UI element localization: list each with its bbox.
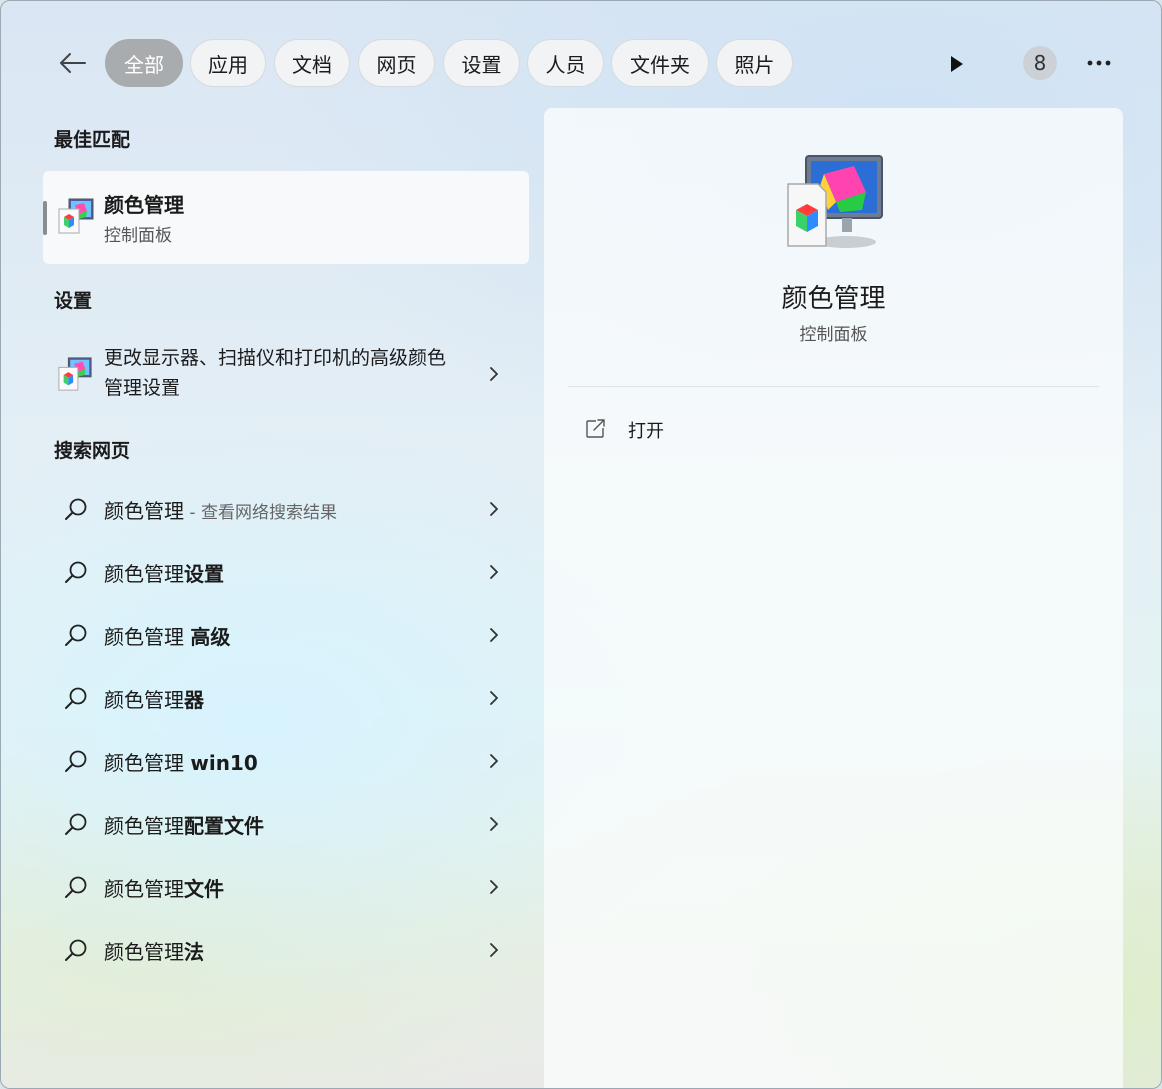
query-suffix: 文件	[184, 877, 224, 901]
web-search-item[interactable]: 颜色管理 win10	[43, 733, 529, 789]
play-icon[interactable]	[945, 53, 967, 75]
tab-web[interactable]: 网页	[358, 39, 435, 87]
query-suffix: 器	[184, 688, 204, 712]
web-search-label: 颜色管理文件	[104, 873, 224, 902]
query-base: 颜色管理	[104, 625, 191, 649]
settings-heading: 设置	[54, 290, 93, 312]
query-base: 颜色管理	[104, 499, 184, 523]
color-management-icon	[58, 357, 92, 391]
query-base: 颜色管理	[104, 751, 191, 775]
best-match-heading: 最佳匹配	[54, 129, 131, 151]
settings-item-advanced-color[interactable]: 更改显示器、扫描仪和打印机的高级颜色管理设置	[43, 336, 529, 412]
preview-title: 颜色管理	[781, 284, 886, 314]
web-search-item[interactable]: 颜色管理设置	[43, 544, 529, 600]
search-icon	[65, 876, 87, 898]
open-external-icon	[586, 419, 605, 438]
tab-apps[interactable]: 应用	[190, 39, 266, 87]
divider	[568, 386, 1099, 387]
open-label: 打开	[628, 421, 664, 442]
web-search-label: 颜色管理器	[104, 684, 204, 713]
web-search-label: 颜色管理 高级	[104, 621, 230, 650]
web-search-label: 颜色管理 - 查看网络搜索结果	[104, 495, 337, 524]
tab-settings[interactable]: 设置	[443, 39, 520, 87]
best-match-title: 颜色管理	[104, 193, 184, 217]
web-search-hint: - 查看网络搜索结果	[184, 503, 337, 523]
query-base: 颜色管理	[104, 877, 184, 901]
search-icon	[65, 561, 87, 583]
chevron-right-icon	[490, 565, 498, 579]
web-search-label: 颜色管理设置	[104, 558, 224, 587]
web-search-item[interactable]: 颜色管理 - 查看网络搜索结果	[43, 481, 529, 537]
tab-documents[interactable]: 文档	[274, 39, 350, 87]
web-search-item[interactable]: 颜色管理 高级	[43, 607, 529, 663]
chevron-right-icon	[490, 880, 498, 894]
query-base: 颜色管理	[104, 688, 184, 712]
chevron-right-icon	[490, 367, 498, 381]
search-icon	[65, 624, 87, 646]
web-search-item[interactable]: 颜色管理文件	[43, 859, 529, 915]
search-icon	[65, 498, 87, 520]
search-icon	[65, 750, 87, 772]
search-icon	[65, 813, 87, 835]
search-icon	[65, 687, 87, 709]
query-suffix: win10	[190, 751, 258, 775]
web-search-label: 颜色管理法	[104, 936, 204, 965]
chevron-right-icon	[490, 943, 498, 957]
chevron-right-icon	[490, 754, 498, 768]
more-options-icon[interactable]	[1085, 49, 1113, 77]
preview-panel: 颜色管理 控制面板 打开	[544, 108, 1123, 1088]
query-base: 颜色管理	[104, 814, 184, 838]
query-suffix: 法	[184, 940, 204, 964]
count-badge: 8	[1023, 46, 1057, 80]
best-match-item[interactable]: 颜色管理 控制面板	[43, 171, 529, 264]
query-suffix: 高级	[190, 625, 231, 649]
web-search-heading: 搜索网页	[54, 440, 131, 462]
color-management-icon	[787, 155, 883, 248]
query-suffix: 配置文件	[184, 814, 264, 838]
arrow-left-icon	[60, 53, 86, 73]
tab-all[interactable]: 全部	[105, 39, 183, 87]
selection-indicator	[43, 201, 47, 235]
tab-folders[interactable]: 文件夹	[611, 39, 709, 87]
query-base: 颜色管理	[104, 940, 184, 964]
color-management-icon	[58, 198, 94, 234]
chevron-right-icon	[490, 817, 498, 831]
web-search-item[interactable]: 颜色管理法	[43, 922, 529, 978]
query-base: 颜色管理	[104, 562, 184, 586]
search-icon	[65, 939, 87, 961]
chevron-right-icon	[490, 502, 498, 516]
chevron-right-icon	[490, 691, 498, 705]
web-search-label: 颜色管理配置文件	[104, 810, 264, 839]
query-suffix: 设置	[184, 562, 224, 586]
filter-bar: 全部 应用 文档 网页 设置 人员 文件夹 照片 8	[1, 39, 1161, 87]
web-search-item[interactable]: 颜色管理配置文件	[43, 796, 529, 852]
open-button[interactable]: 打开	[584, 414, 784, 446]
best-match-subtitle: 控制面板	[104, 226, 172, 246]
search-window: 全部 应用 文档 网页 设置 人员 文件夹 照片 8 最佳匹配 颜色管理 控制面…	[0, 0, 1162, 1089]
back-button[interactable]	[53, 45, 93, 81]
web-search-item[interactable]: 颜色管理器	[43, 670, 529, 726]
settings-item-label: 更改显示器、扫描仪和打印机的高级颜色管理设置	[104, 347, 447, 399]
tab-people[interactable]: 人员	[527, 39, 604, 87]
preview-subtitle: 控制面板	[799, 325, 868, 345]
web-search-label: 颜色管理 win10	[104, 747, 258, 776]
chevron-right-icon	[490, 628, 498, 642]
tab-photos[interactable]: 照片	[716, 39, 793, 87]
